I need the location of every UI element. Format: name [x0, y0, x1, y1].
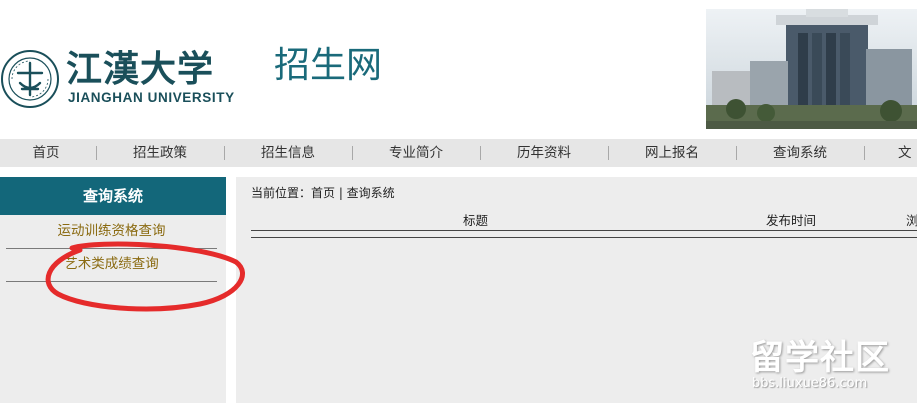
table-header-rule [251, 237, 917, 238]
watermark: 留学社区 bbs.liuxue86.com [746, 330, 917, 403]
nav-separator [864, 146, 865, 160]
site-title: 招生网 [274, 45, 383, 86]
nav-item-admission-info[interactable]: 招生信息 [224, 139, 352, 167]
university-logo[interactable]: 江漢大学 JIANGHAN UNIVERSITY [0, 46, 260, 110]
nav-item-home[interactable]: 首页 [0, 139, 110, 167]
watermark-text: 留学社区 [750, 338, 890, 378]
nav-item-query-system[interactable]: 查询系统 [736, 139, 864, 167]
watermark-url: bbs.liuxue86.com [752, 376, 868, 391]
campus-building-photo [706, 9, 917, 129]
sidebar: 查询系统 运动训练资格查询 艺术类成绩查询 [0, 177, 226, 403]
nav-item-past-data[interactable]: 历年资料 [480, 139, 608, 167]
sidebar-item-sports-training-query[interactable]: 运动训练资格查询 [6, 215, 217, 249]
column-divider [226, 177, 236, 403]
nav-item-truncated[interactable]: 文 [898, 139, 917, 167]
column-header-publish-time: 发布时间 [766, 213, 817, 228]
table-header-rule [251, 230, 917, 231]
page-header: 江漢大学 JIANGHAN UNIVERSITY 招生网 [0, 0, 917, 139]
spacer [0, 167, 917, 177]
column-header-title: 标题 [463, 213, 489, 228]
nav-item-online-registration[interactable]: 网上报名 [608, 139, 736, 167]
nav-item-majors[interactable]: 专业简介 [352, 139, 480, 167]
university-seal-icon [1, 50, 59, 108]
nav-item-admission-policy[interactable]: 招生政策 [96, 139, 224, 167]
main-navigation: 首页 招生政策 招生信息 专业简介 历年资料 网上报名 查询系统 文 [0, 139, 917, 167]
column-header-views: 浏 [906, 213, 917, 228]
breadcrumb: 当前位置：首页 | 查询系统 [251, 186, 395, 200]
logo-english-name: JIANGHAN UNIVERSITY [68, 90, 235, 105]
logo-chinese-name: 江漢大学 [66, 48, 215, 90]
sidebar-item-art-score-query[interactable]: 艺术类成绩查询 [6, 248, 217, 282]
sidebar-title: 查询系统 [0, 177, 226, 215]
